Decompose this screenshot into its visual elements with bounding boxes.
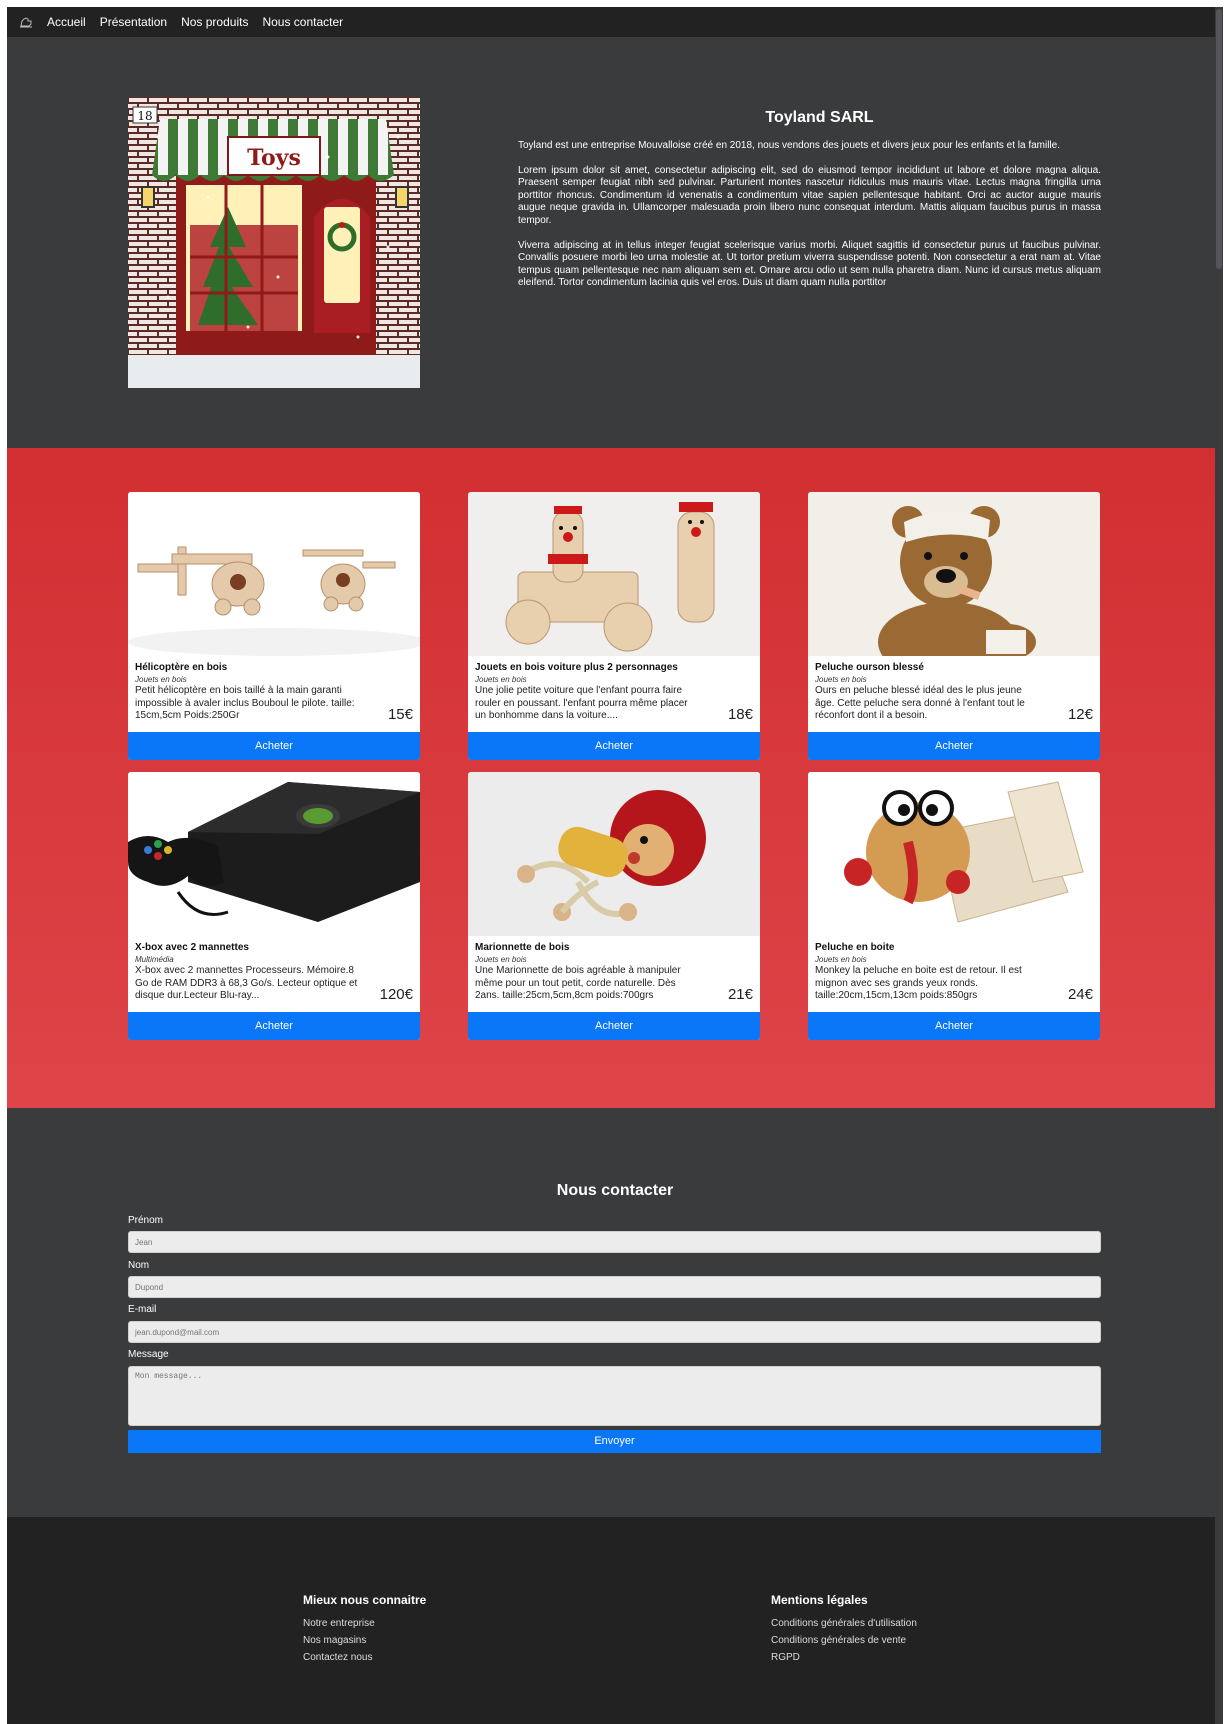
product-price: 120€ xyxy=(379,986,413,1003)
product-card: Jouets en bois voiture plus 2 personnage… xyxy=(468,492,760,760)
nav-link-accueil[interactable]: Accueil xyxy=(47,15,86,29)
product-description: X-box avec 2 mannettes Processeurs. Mémo… xyxy=(135,965,358,1001)
product-price: 12€ xyxy=(1067,706,1093,723)
product-title: Peluche ourson blessé xyxy=(815,662,924,673)
firstname-input[interactable] xyxy=(128,1231,1101,1253)
product-category: Jouets en bois xyxy=(815,675,867,684)
email-input[interactable] xyxy=(128,1321,1101,1343)
footer-link-cgu[interactable]: Conditions générales d'utilisation xyxy=(771,1618,917,1629)
footer-link-entreprise[interactable]: Notre entreprise xyxy=(303,1618,426,1629)
scrollbar-thumb[interactable] xyxy=(1216,9,1222,269)
toy-shop-illustration: Toys 18 xyxy=(128,97,420,388)
page: Accueil Présentation Nos produits Nous c… xyxy=(7,7,1223,1724)
company-paragraph-1: Lorem ipsum dolor sit amet, consectetur … xyxy=(518,164,1101,226)
footer-legal-title: Mentions légales xyxy=(771,1593,868,1607)
product-category: Jouets en bois xyxy=(135,675,187,684)
product-description: Une jolie petite voiture que l'enfant po… xyxy=(475,685,688,721)
product-description: Une Marionnette de bois agréable à manip… xyxy=(475,965,681,1001)
product-title: Jouets en bois voiture plus 2 personnage… xyxy=(475,662,678,673)
presentation-text: Toyland SARL Toyland est une entreprise … xyxy=(518,109,1101,302)
footer-link-cgv[interactable]: Conditions générales de vente xyxy=(771,1635,917,1646)
product-image-plush-box xyxy=(808,772,1100,936)
product-category: Jouets en bois xyxy=(475,955,527,964)
product-card: Hélicoptère en bois Jouets en bois Petit… xyxy=(128,492,420,760)
product-description: Petit hélicoptère en bois taillé à la ma… xyxy=(135,685,355,721)
product-price: 21€ xyxy=(727,986,753,1003)
product-image-teddy-bear xyxy=(808,492,1100,656)
product-price: 18€ xyxy=(727,706,753,723)
email-label: E-mail xyxy=(128,1304,157,1315)
product-description: Monkey la peluche en boite est de retour… xyxy=(815,965,1022,1001)
navbar: Accueil Présentation Nos produits Nous c… xyxy=(7,7,1223,37)
send-button[interactable]: Envoyer xyxy=(128,1430,1101,1453)
toy-horse-icon[interactable] xyxy=(13,7,39,37)
footer-col-about: Mieux nous connaitre Notre entreprise No… xyxy=(303,1593,426,1669)
product-title: Marionnette de bois xyxy=(475,942,570,953)
calendar-day: 18 xyxy=(137,109,152,123)
buy-button[interactable]: Acheter xyxy=(468,1012,760,1040)
product-card: Peluche ourson blessé Jouets en bois Our… xyxy=(808,492,1100,760)
footer-link-magasins[interactable]: Nos magasins xyxy=(303,1635,426,1646)
footer-about-title: Mieux nous connaitre xyxy=(303,1593,427,1607)
contact-section: Nous contacter Prénom Nom E-mail Message… xyxy=(7,1108,1223,1517)
scrollbar[interactable] xyxy=(1215,7,1223,1724)
buy-button[interactable]: Acheter xyxy=(808,1012,1100,1040)
product-image-puppet xyxy=(468,772,760,936)
shop-sign-text: Toys xyxy=(247,145,301,171)
product-title: Hélicoptère en bois xyxy=(135,662,228,673)
footer-col-legal: Mentions légales Conditions générales d'… xyxy=(771,1593,917,1669)
product-price: 15€ xyxy=(387,706,413,723)
nav-link-produits[interactable]: Nos produits xyxy=(181,15,248,29)
product-image-wooden-car xyxy=(468,492,760,656)
footer-link-rgpd[interactable]: RGPD xyxy=(771,1652,917,1663)
lastname-label: Nom xyxy=(128,1260,150,1271)
firstname-label: Prénom xyxy=(128,1215,164,1226)
nav-link-contact[interactable]: Nous contacter xyxy=(262,15,343,29)
company-paragraph-2: Viverra adipiscing at in tellus integer … xyxy=(518,239,1101,289)
nav-link-presentation[interactable]: Présentation xyxy=(100,15,167,29)
product-title: Peluche en boite xyxy=(815,942,895,953)
footer-link-contact[interactable]: Contactez nous xyxy=(303,1652,426,1663)
buy-button[interactable]: Acheter xyxy=(808,732,1100,760)
message-label: Message xyxy=(128,1349,169,1360)
product-category: Jouets en bois xyxy=(815,955,867,964)
buy-button[interactable]: Acheter xyxy=(128,732,420,760)
product-price: 24€ xyxy=(1067,986,1093,1003)
lastname-input[interactable] xyxy=(128,1276,1101,1298)
message-textarea[interactable] xyxy=(128,1366,1101,1426)
product-card: Peluche en boite Jouets en bois Monkey l… xyxy=(808,772,1100,1040)
product-category: Multimédia xyxy=(135,955,174,964)
product-description: Ours en peluche blessé idéal des le plus… xyxy=(815,685,1025,721)
company-intro: Toyland est une entreprise Mouvalloise c… xyxy=(518,140,1060,151)
product-card: X-box avec 2 mannettes Multimédia X-box … xyxy=(128,772,420,1040)
products-section: Hélicoptère en bois Jouets en bois Petit… xyxy=(7,448,1223,1108)
footer: Mieux nous connaitre Notre entreprise No… xyxy=(7,1517,1223,1724)
company-title: Toyland SARL xyxy=(765,109,874,126)
product-title: X-box avec 2 mannettes xyxy=(135,942,249,953)
product-image-xbox xyxy=(128,772,420,936)
buy-button[interactable]: Acheter xyxy=(468,732,760,760)
contact-title: Nous contacter xyxy=(556,1182,674,1199)
presentation-section: Toys 18 Toyland SARL Toyland est une ent… xyxy=(7,37,1223,456)
product-image-helicopter xyxy=(128,492,420,656)
product-card: Marionnette de bois Jouets en bois Une M… xyxy=(468,772,760,1040)
buy-button[interactable]: Acheter xyxy=(128,1012,420,1040)
product-category: Jouets en bois xyxy=(475,675,527,684)
